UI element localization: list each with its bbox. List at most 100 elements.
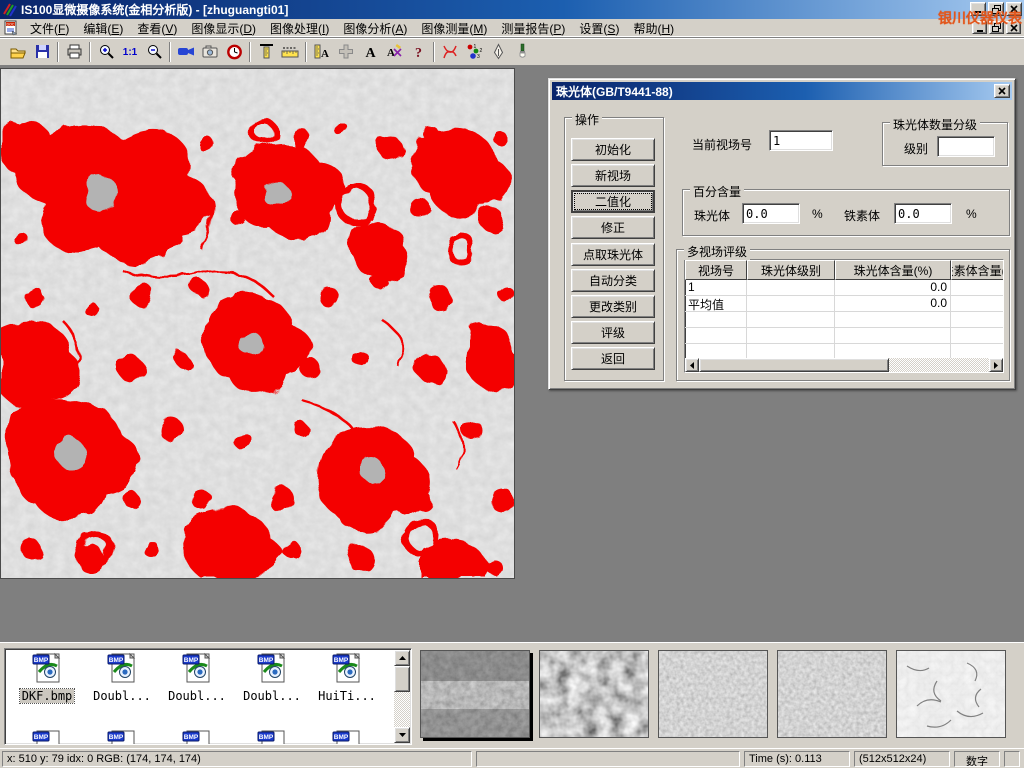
help-icon: ? bbox=[410, 43, 427, 60]
toolbar-button-ruler[interactable] bbox=[278, 40, 302, 64]
menu-image-process[interactable]: 图像处理(I) bbox=[263, 18, 336, 39]
correct-button[interactable]: 修正 bbox=[571, 216, 655, 239]
toolbar-button-caliper[interactable] bbox=[254, 40, 278, 64]
child-close-button[interactable] bbox=[1006, 21, 1021, 34]
table-row[interactable]: 1 0.0 bbox=[685, 280, 1003, 296]
window-minimize-button[interactable] bbox=[970, 2, 986, 16]
scrollbar-thumb[interactable] bbox=[699, 358, 889, 372]
window-close-button[interactable] bbox=[1006, 2, 1022, 16]
current-field-input[interactable] bbox=[769, 130, 833, 151]
multifield-table[interactable]: 视场号 珠光体级别 珠光体含量(%) 铁素体含量(%) 1 0.0 bbox=[684, 259, 1004, 373]
dialog-title-bar[interactable]: 珠光体(GB/T9441-88) bbox=[552, 82, 1012, 100]
scroll-right-button[interactable] bbox=[989, 358, 1003, 372]
toolbar-button-move[interactable] bbox=[334, 40, 358, 64]
auto-classify-button[interactable]: 自动分类 bbox=[571, 269, 655, 292]
toolbar-button-curve[interactable] bbox=[438, 40, 462, 64]
return-button[interactable]: 返回 bbox=[571, 347, 655, 370]
scroll-left-button[interactable] bbox=[685, 358, 699, 372]
toolbar-button-text[interactable]: A bbox=[358, 40, 382, 64]
new-field-button[interactable]: 新视场 bbox=[571, 164, 655, 187]
toolbar-button-print[interactable] bbox=[62, 40, 86, 64]
col-header-pearlite-pct[interactable]: 珠光体含量(%) bbox=[835, 260, 951, 280]
video-camera-icon bbox=[177, 43, 195, 60]
toolbar-button-zoom-out[interactable] bbox=[142, 40, 166, 64]
menu-edit[interactable]: 编辑(E) bbox=[76, 18, 130, 39]
file-item-partial[interactable]: BMP bbox=[11, 729, 83, 745]
toolbar-button-brush[interactable] bbox=[510, 40, 534, 64]
toolbar-button-text-delete[interactable]: A bbox=[382, 40, 406, 64]
toolbar-button-open[interactable] bbox=[6, 40, 30, 64]
toolbar-button-count-points[interactable]: 123 bbox=[462, 40, 486, 64]
grading-group: 珠光体数量分级 级别 bbox=[882, 116, 1008, 166]
binarize-button[interactable]: 二值化 bbox=[571, 190, 655, 213]
toolbar-button-measure-label[interactable]: A bbox=[310, 40, 334, 64]
menu-label: ) bbox=[615, 22, 619, 36]
scrollbar-track[interactable] bbox=[889, 358, 989, 372]
menu-image-measure[interactable]: 图像测量(M) bbox=[414, 18, 494, 39]
menu-image-display[interactable]: 图像显示(D) bbox=[184, 18, 263, 39]
metallographic-image-canvas[interactable] bbox=[0, 68, 515, 579]
svg-text:2: 2 bbox=[480, 48, 483, 54]
file-item-partial[interactable]: BMP bbox=[236, 729, 308, 745]
thumbnail-3[interactable] bbox=[658, 650, 768, 738]
toolbar-button-help[interactable]: ? bbox=[406, 40, 430, 64]
scrollbar-thumb[interactable] bbox=[394, 666, 410, 692]
grade-input[interactable] bbox=[937, 136, 995, 157]
file-item-partial[interactable]: BMP bbox=[86, 729, 158, 745]
menu-view[interactable]: 查看(V) bbox=[130, 18, 184, 39]
toolbar-button-capture[interactable] bbox=[198, 40, 222, 64]
svg-text:1: 1 bbox=[474, 44, 477, 50]
menu-measure-report[interactable]: 测量报告(P) bbox=[494, 18, 572, 39]
scroll-down-button[interactable] bbox=[394, 727, 410, 743]
toolbar-button-video[interactable] bbox=[174, 40, 198, 64]
table-empty-row bbox=[685, 328, 1003, 344]
table-horizontal-scrollbar[interactable] bbox=[685, 358, 1003, 372]
file-item-huiti[interactable]: BMP HuiTi... bbox=[311, 652, 383, 703]
file-item-doubl3[interactable]: BMP Doubl... bbox=[236, 652, 308, 703]
scroll-up-button[interactable] bbox=[394, 650, 410, 666]
table-row[interactable]: 平均值 0.0 bbox=[685, 296, 1003, 312]
svg-text:3: 3 bbox=[477, 54, 480, 60]
menu-settings[interactable]: 设置(S) bbox=[572, 18, 626, 39]
col-header-ferrite-pct[interactable]: 铁素体含量(%) bbox=[951, 260, 1004, 280]
thumbnail-1[interactable] bbox=[420, 650, 530, 738]
col-header-pearlite-grade[interactable]: 珠光体级别 bbox=[747, 260, 835, 280]
file-item-partial[interactable]: BMP bbox=[161, 729, 233, 745]
file-item-partial[interactable]: BMP bbox=[311, 729, 383, 745]
file-list[interactable]: BMP DKF.bmp BMP Doubl... BMP Doubl... BM… bbox=[4, 648, 412, 745]
grade-button[interactable]: 评级 bbox=[571, 321, 655, 344]
spacer-panel bbox=[476, 751, 740, 767]
bmp-file-icon: BMP bbox=[331, 729, 363, 745]
toolbar-button-zoom-in[interactable] bbox=[94, 40, 118, 64]
dialog-close-button[interactable] bbox=[994, 84, 1010, 98]
file-item-doubl2[interactable]: BMP Doubl... bbox=[161, 652, 233, 703]
change-class-button[interactable]: 更改类别 bbox=[571, 295, 655, 318]
file-list-vertical-scrollbar[interactable] bbox=[394, 650, 410, 743]
file-item-doubl1[interactable]: BMP Doubl... bbox=[86, 652, 158, 703]
toolbar-button-timer[interactable] bbox=[222, 40, 246, 64]
save-icon bbox=[34, 43, 51, 60]
pen-nib-icon bbox=[490, 43, 507, 60]
pearlite-percent-input[interactable] bbox=[742, 203, 800, 224]
child-minimize-button[interactable] bbox=[972, 21, 987, 34]
window-restore-button[interactable] bbox=[988, 2, 1004, 16]
cell-field-no: 1 bbox=[685, 280, 747, 296]
toolbar-button-actual-size[interactable]: 1:1 bbox=[118, 40, 142, 64]
toolbar-button-save[interactable] bbox=[30, 40, 54, 64]
thumbnail-4[interactable] bbox=[777, 650, 887, 738]
toolbar-button-pen[interactable] bbox=[486, 40, 510, 64]
print-icon bbox=[66, 43, 83, 60]
menu-accel: H bbox=[661, 22, 670, 36]
file-item-dkf[interactable]: BMP DKF.bmp bbox=[11, 652, 83, 703]
thumbnail-2[interactable] bbox=[539, 650, 649, 738]
menu-file[interactable]: 文件(F) bbox=[23, 18, 76, 39]
col-header-field[interactable]: 视场号 bbox=[685, 260, 747, 280]
menu-image-analysis[interactable]: 图像分析(A) bbox=[336, 18, 414, 39]
ferrite-percent-input[interactable] bbox=[894, 203, 952, 224]
toolbar-separator bbox=[169, 42, 171, 62]
menu-help[interactable]: 帮助(H) bbox=[626, 18, 681, 39]
child-restore-button[interactable] bbox=[989, 21, 1004, 34]
pick-pearlite-button[interactable]: 点取珠光体 bbox=[571, 243, 655, 266]
init-button[interactable]: 初始化 bbox=[571, 138, 655, 161]
thumbnail-5[interactable] bbox=[896, 650, 1006, 738]
